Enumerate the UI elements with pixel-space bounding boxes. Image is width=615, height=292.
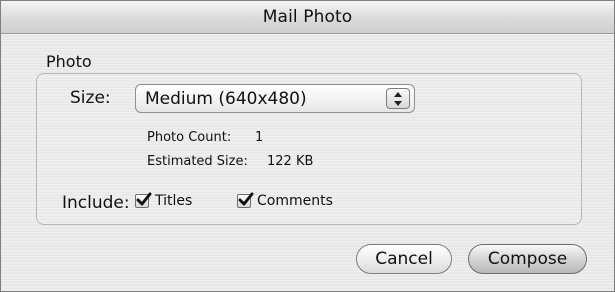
- photo-section-title: Photo: [46, 52, 92, 71]
- window-titlebar: Mail Photo: [1, 1, 614, 34]
- photo-count-label: Photo Count:: [147, 130, 232, 145]
- size-popup[interactable]: Medium (640x480): [135, 84, 415, 113]
- photo-count-value: 1: [255, 130, 264, 145]
- size-popup-value: Medium (640x480): [145, 89, 307, 109]
- size-popup-arrows: [386, 88, 410, 109]
- window-title: Mail Photo: [262, 7, 353, 27]
- checkmark-icon: [136, 192, 152, 206]
- cancel-button[interactable]: Cancel: [356, 244, 452, 274]
- mail-photo-dialog: Mail Photo Photo Size: Medium (640x480) …: [0, 0, 615, 292]
- comments-checkbox[interactable]: [237, 192, 254, 208]
- titles-checkbox-item[interactable]: Titles: [135, 190, 192, 212]
- estimated-size-label: Estimated Size:: [147, 154, 248, 169]
- titles-label: Titles: [155, 193, 193, 209]
- up-down-arrows-icon: [394, 92, 402, 106]
- size-label: Size:: [70, 88, 111, 108]
- dialog-content: Photo Size: Medium (640x480) Photo Count…: [1, 34, 614, 291]
- checkmark-icon: [238, 192, 254, 206]
- comments-label: Comments: [257, 193, 333, 209]
- comments-checkbox-item[interactable]: Comments: [237, 190, 333, 212]
- estimated-size-value: 122 KB: [267, 154, 314, 169]
- include-label: Include:: [62, 193, 130, 213]
- titles-checkbox[interactable]: [135, 192, 152, 208]
- compose-button[interactable]: Compose: [468, 244, 587, 274]
